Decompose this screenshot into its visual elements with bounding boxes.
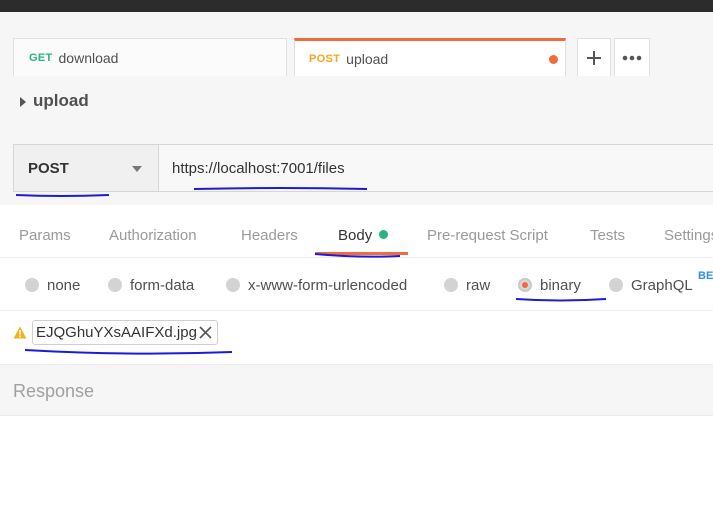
request-breadcrumb: upload — [0, 76, 713, 131]
request-title[interactable]: upload — [33, 91, 89, 111]
radio-label-urlencoded[interactable]: x-www-form-urlencoded — [248, 277, 407, 294]
selected-file-chip[interactable]: EJQGhuYXsAAIFXd.jpg — [32, 320, 218, 345]
url-input[interactable]: https://localhost:7001/files — [158, 144, 713, 192]
tab-post-upload[interactable]: POST upload — [294, 38, 566, 76]
tab-tests[interactable]: Tests — [590, 227, 625, 244]
unsaved-dot-icon — [549, 55, 558, 64]
tab-get-download[interactable]: GET download — [13, 38, 287, 76]
response-panel-header: Response — [0, 364, 713, 416]
more-tabs-button[interactable] — [614, 38, 650, 76]
radio-label-none[interactable]: none — [47, 277, 80, 294]
radio-label-graphql[interactable]: GraphQL — [631, 277, 693, 294]
ellipsis-icon — [622, 55, 642, 60]
radio-label-binary[interactable]: binary — [540, 277, 581, 294]
radio-label-form-data[interactable]: form-data — [130, 277, 194, 294]
tab-pre-request-script[interactable]: Pre-request Script — [427, 227, 548, 244]
radio-label-raw[interactable]: raw — [466, 277, 490, 294]
response-label: Response — [13, 381, 95, 401]
radio-binary[interactable] — [518, 278, 532, 292]
tab-body[interactable]: Body — [338, 227, 389, 244]
active-tab-underline — [315, 252, 408, 255]
tab-method-post: POST — [309, 52, 341, 65]
warning-icon — [13, 326, 27, 339]
url-value: https://localhost:7001/files — [172, 159, 345, 177]
window-top-bar — [0, 0, 713, 12]
request-tab-strip: GET download POST upload — [0, 12, 713, 76]
radio-raw[interactable] — [444, 278, 458, 292]
caret-right-icon[interactable] — [20, 97, 26, 107]
radio-none[interactable] — [25, 278, 39, 292]
body-type-selector: none form-data x-www-form-urlencoded raw… — [0, 258, 713, 311]
chevron-down-icon — [132, 166, 142, 172]
tab-body-label: Body — [338, 227, 373, 244]
tab-name-download: download — [58, 49, 119, 66]
new-tab-button[interactable] — [577, 38, 611, 76]
selected-file-name: EJQGhuYXsAAIFXd.jpg — [36, 324, 197, 341]
tab-headers[interactable]: Headers — [241, 227, 298, 244]
radio-graphql[interactable] — [609, 278, 623, 292]
url-bar: POST https://localhost:7001/files — [0, 130, 713, 205]
radio-form-data[interactable] — [108, 278, 122, 292]
method-select[interactable]: POST — [13, 144, 159, 192]
tab-params[interactable]: Params — [19, 227, 71, 244]
request-tabs: Params Authorization Headers Body Pre-re… — [0, 205, 713, 258]
plus-icon — [587, 50, 601, 65]
tab-authorization[interactable]: Authorization — [109, 227, 197, 244]
beta-badge: BETA — [698, 270, 713, 282]
close-icon[interactable] — [198, 325, 213, 340]
method-value: POST — [28, 159, 69, 177]
tab-settings[interactable]: Settings — [664, 227, 713, 244]
binary-file-row: EJQGhuYXsAAIFXd.jpg — [0, 310, 713, 364]
radio-urlencoded[interactable] — [226, 278, 240, 292]
body-indicator-dot-icon — [379, 230, 389, 239]
tab-method-get: GET — [29, 51, 53, 64]
tab-name-upload: upload — [346, 50, 389, 67]
